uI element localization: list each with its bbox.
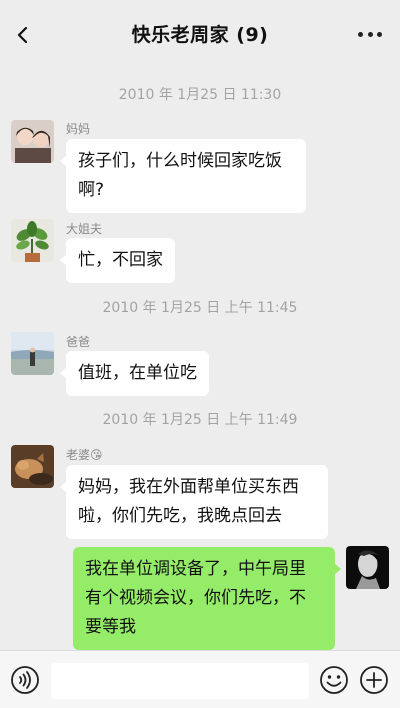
avatar-wife[interactable] — [11, 445, 54, 488]
chat-title: 快乐老周家 (9) — [131, 23, 269, 46]
sender-name: 大姐夫 — [66, 222, 103, 236]
avatar-mom[interactable] — [11, 120, 54, 163]
avatar-brother-in-law[interactable] — [11, 219, 54, 262]
chat-header: 快乐老周家 (9) — [0, 0, 400, 66]
input-bar — [0, 650, 400, 708]
message-input[interactable] — [51, 663, 309, 699]
sender-name: 妈妈 — [66, 122, 91, 136]
timestamp: 2010 年 1月25 日 上午 11:45 — [102, 300, 298, 316]
message-line: 值班，在单位吃 — [78, 363, 197, 383]
message-line: 有个视频会议，你们先吃，不 — [85, 588, 306, 608]
message-list[interactable]: 2010 年 1月25 日 11:30 妈妈 孩子们，什么时候回家吃饭 啊? 大… — [0, 66, 400, 650]
timestamp: 2010 年 1月25 日 上午 11:49 — [102, 412, 298, 428]
plus-icon[interactable] — [359, 665, 389, 695]
avatar-dad[interactable] — [11, 332, 54, 375]
sender-name: 老婆😘 — [66, 446, 103, 463]
chevron-left-icon[interactable] — [14, 26, 32, 44]
message-line: 妈妈，我在外面帮单位买东西 — [78, 477, 299, 497]
emoji-icon[interactable] — [319, 665, 349, 695]
message-line: 忙，不回家 — [78, 250, 163, 270]
avatar-me[interactable] — [346, 546, 389, 589]
message-bubble[interactable]: 妈妈，我在外面帮单位买东西 啦，你们先吃，我晚点回去 — [60, 465, 328, 539]
voice-icon[interactable] — [10, 665, 40, 695]
timestamp: 2010 年 1月25 日 11:30 — [118, 87, 282, 103]
sender-name: 爸爸 — [66, 335, 91, 349]
message-line: 要等我 — [85, 617, 136, 637]
message-bubble-outgoing[interactable]: 我在单位调设备了，中午局里 有个视频会议，你们先吃，不 要等我 — [73, 547, 341, 650]
sender-name-text: 老婆 — [66, 448, 91, 462]
message-bubble[interactable]: 忙，不回家 — [60, 238, 175, 283]
kiss-emoji-icon: 😘 — [90, 448, 103, 462]
message-line: 啦，你们先吃，我晚点回去 — [78, 506, 282, 526]
message-line: 啊? — [78, 180, 105, 200]
message-bubble[interactable]: 孩子们，什么时候回家吃饭 啊? — [60, 139, 306, 213]
message-bubble[interactable]: 值班，在单位吃 — [60, 351, 209, 396]
message-line: 孩子们，什么时候回家吃饭 — [78, 151, 282, 171]
message-line: 我在单位调设备了，中午局里 — [85, 559, 306, 579]
more-dots-icon[interactable] — [358, 28, 382, 40]
